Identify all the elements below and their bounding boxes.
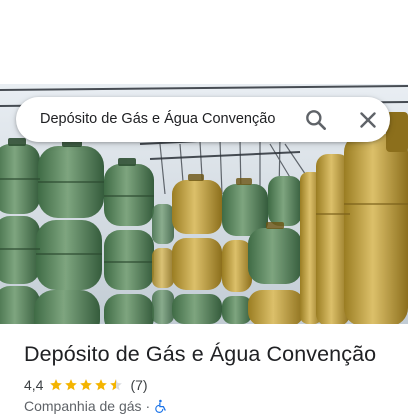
category-row: Companhia de gás · bbox=[24, 397, 168, 415]
review-count[interactable]: (7) bbox=[130, 377, 147, 393]
half-star-icon bbox=[110, 379, 123, 391]
star-rating bbox=[49, 378, 124, 392]
top-blank-area bbox=[0, 0, 408, 84]
wheelchair-accessible-icon bbox=[155, 399, 166, 413]
rating-value: 4,4 bbox=[24, 377, 44, 393]
search-input[interactable]: Depósito de Gás e Água Convenção bbox=[40, 97, 275, 142]
star-icon bbox=[80, 379, 93, 391]
rating-row: 4,4 (7) bbox=[24, 376, 148, 394]
star-icon bbox=[95, 379, 108, 391]
separator-dot: · bbox=[145, 398, 151, 414]
star-icon bbox=[65, 379, 78, 391]
close-icon[interactable] bbox=[355, 107, 381, 133]
search-icon[interactable] bbox=[303, 107, 329, 133]
search-bar[interactable]: Depósito de Gás e Água Convenção bbox=[16, 97, 390, 142]
star-icon bbox=[50, 379, 63, 391]
place-title: Depósito de Gás e Água Convenção bbox=[24, 342, 377, 366]
place-category: Companhia de gás bbox=[24, 398, 142, 414]
